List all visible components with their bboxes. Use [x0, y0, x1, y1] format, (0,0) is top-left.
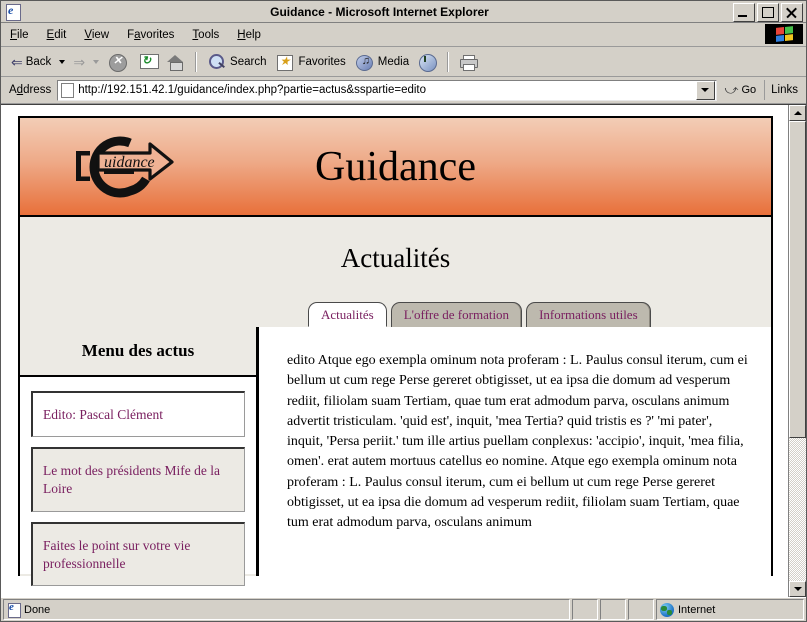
back-button[interactable]: ⇐ Back [7, 53, 55, 71]
site-brand-title: Guidance [315, 143, 476, 190]
sidebar: Menu des actus Edito: Pascal Clément Le … [20, 327, 258, 587]
toolbar-separator [195, 51, 198, 72]
tab-informations-utiles[interactable]: Informations utiles [526, 302, 651, 327]
tab-offre-de-formation-label: L'offre de formation [403, 307, 510, 322]
sidebar-item-edito-label: Edito: Pascal Clément [43, 407, 163, 422]
sidebar-item-mot-des-presidents-label: Le mot des présidents Mife de la Loire [43, 463, 220, 497]
sidebar-list: Edito: Pascal Clément Le mot des préside… [20, 377, 256, 587]
tab-bar: Actualités L'offre de formation Informat… [18, 299, 773, 327]
menu-item-favorites[interactable]: Favorites [118, 26, 183, 44]
sidebar-item-faites-le-point[interactable]: Faites le point sur votre vie profession… [31, 521, 245, 587]
refresh-button[interactable]: ↻ [132, 50, 161, 74]
close-button[interactable] [781, 3, 803, 22]
status-panel-2 [600, 599, 626, 620]
home-icon [165, 52, 186, 72]
scrollbar-track[interactable] [789, 121, 806, 581]
sidebar-item-mot-des-presidents[interactable]: Le mot des présidents Mife de la Loire [31, 447, 245, 512]
media-button[interactable]: ♫ Media [350, 50, 413, 74]
search-label: Search [230, 55, 267, 68]
site-banner: uidance Guidance [18, 116, 773, 217]
page-title: Actualités [340, 242, 451, 273]
print-icon [458, 52, 479, 72]
page-body: Menu des actus Edito: Pascal Clément Le … [18, 327, 773, 587]
maximize-button[interactable] [757, 3, 779, 22]
back-arrow-icon: ⇐ [11, 53, 23, 70]
forward-dropdown-icon[interactable] [93, 59, 100, 64]
browser-window: Guidance - Microsoft Internet Explorer F… [0, 0, 807, 622]
toolbar-separator-2 [447, 51, 450, 72]
forward-arrow-icon: ⇒ [73, 53, 86, 70]
window-controls [733, 3, 803, 22]
go-arrow-icon: ⤻ [724, 82, 739, 97]
minimize-button[interactable] [733, 3, 755, 22]
page-scrollbar[interactable] [788, 105, 806, 597]
status-panel-3 [628, 599, 654, 620]
article-content: edito Atque ego exempla ominum nota prof… [258, 327, 771, 576]
scroll-up-button[interactable] [789, 105, 806, 121]
stop-icon [107, 52, 128, 72]
media-icon: ♫ [354, 52, 375, 72]
search-icon [206, 52, 227, 72]
security-zone-label: Internet [678, 603, 716, 616]
status-message: Done [24, 603, 51, 616]
window-ie-document-icon [5, 3, 21, 21]
tab-informations-utiles-label: Informations utiles [539, 307, 638, 322]
history-clock-icon [417, 52, 438, 72]
history-button[interactable] [413, 50, 442, 74]
sidebar-heading-label: Menu des actus [81, 341, 195, 360]
status-bar: e Done Internet [1, 597, 806, 621]
print-button[interactable] [454, 50, 483, 74]
title-bar: Guidance - Microsoft Internet Explorer [1, 1, 806, 23]
stop-button[interactable] [103, 50, 132, 74]
window-title: Guidance - Microsoft Internet Explorer [270, 4, 489, 19]
status-message-panel: e Done [3, 599, 570, 620]
scroll-down-button[interactable] [789, 581, 806, 597]
sidebar-item-edito[interactable]: Edito: Pascal Clément [31, 391, 245, 438]
menu-item-file[interactable]: File [1, 26, 38, 44]
back-dropdown-icon[interactable] [59, 59, 66, 64]
menu-item-tools[interactable]: Tools [183, 26, 228, 44]
internet-globe-icon [660, 602, 674, 617]
menu-item-help[interactable]: Help [228, 26, 270, 44]
address-bar: Address http://192.151.42.1/guidance/ind… [1, 77, 806, 104]
scrollbar-thumb[interactable] [789, 121, 806, 439]
favorites-button[interactable]: ★ Favorites [270, 50, 349, 74]
favorites-star-icon: ★ [274, 52, 295, 72]
tab-offre-de-formation[interactable]: L'offre de formation [390, 302, 523, 327]
status-ie-icon: e [7, 601, 21, 618]
refresh-icon: ↻ [136, 52, 160, 72]
links-label: Links [771, 84, 798, 96]
windows-flag-logo-icon [765, 24, 803, 44]
tab-actualites[interactable]: Actualités [308, 302, 387, 327]
status-panel-1 [572, 599, 598, 620]
article-body: edito Atque ego exempla ominum nota prof… [287, 353, 748, 531]
forward-button[interactable]: ⇒ [69, 53, 89, 71]
address-input[interactable]: http://192.151.42.1/guidance/index.php?p… [57, 79, 717, 101]
page-viewport: uidance Guidance Actualités Actualités L… [1, 104, 806, 597]
menu-item-view[interactable]: View [75, 26, 118, 44]
menu-item-edit[interactable]: Edit [38, 26, 76, 44]
address-url-text: http://192.151.42.1/guidance/index.php?p… [78, 84, 427, 96]
media-label: Media [377, 55, 410, 68]
go-button[interactable]: ⤻ Go [717, 82, 763, 98]
sidebar-heading: Menu des actus [20, 327, 256, 377]
page-document-icon [61, 82, 75, 98]
security-zone-panel: Internet [656, 599, 804, 620]
address-label: Address [9, 84, 52, 96]
address-dropdown-button[interactable] [695, 80, 715, 100]
back-label: Back [25, 55, 52, 68]
web-page: uidance Guidance Actualités Actualités L… [1, 105, 788, 597]
go-label: Go [741, 84, 757, 96]
page-heading-zone: Actualités [18, 217, 773, 299]
search-button[interactable]: Search [202, 50, 270, 74]
sidebar-item-faites-le-point-label: Faites le point sur votre vie profession… [43, 537, 191, 571]
navigation-toolbar: ⇐ Back ⇒ ↻ Search ★ Favorites ♫ Media [1, 47, 806, 77]
home-button[interactable] [161, 50, 190, 74]
favorites-label: Favorites [298, 55, 346, 68]
tab-actualites-label: Actualités [321, 306, 374, 322]
links-button[interactable]: Links [764, 80, 806, 100]
menu-bar: File Edit View Favorites Tools Help [1, 23, 806, 47]
